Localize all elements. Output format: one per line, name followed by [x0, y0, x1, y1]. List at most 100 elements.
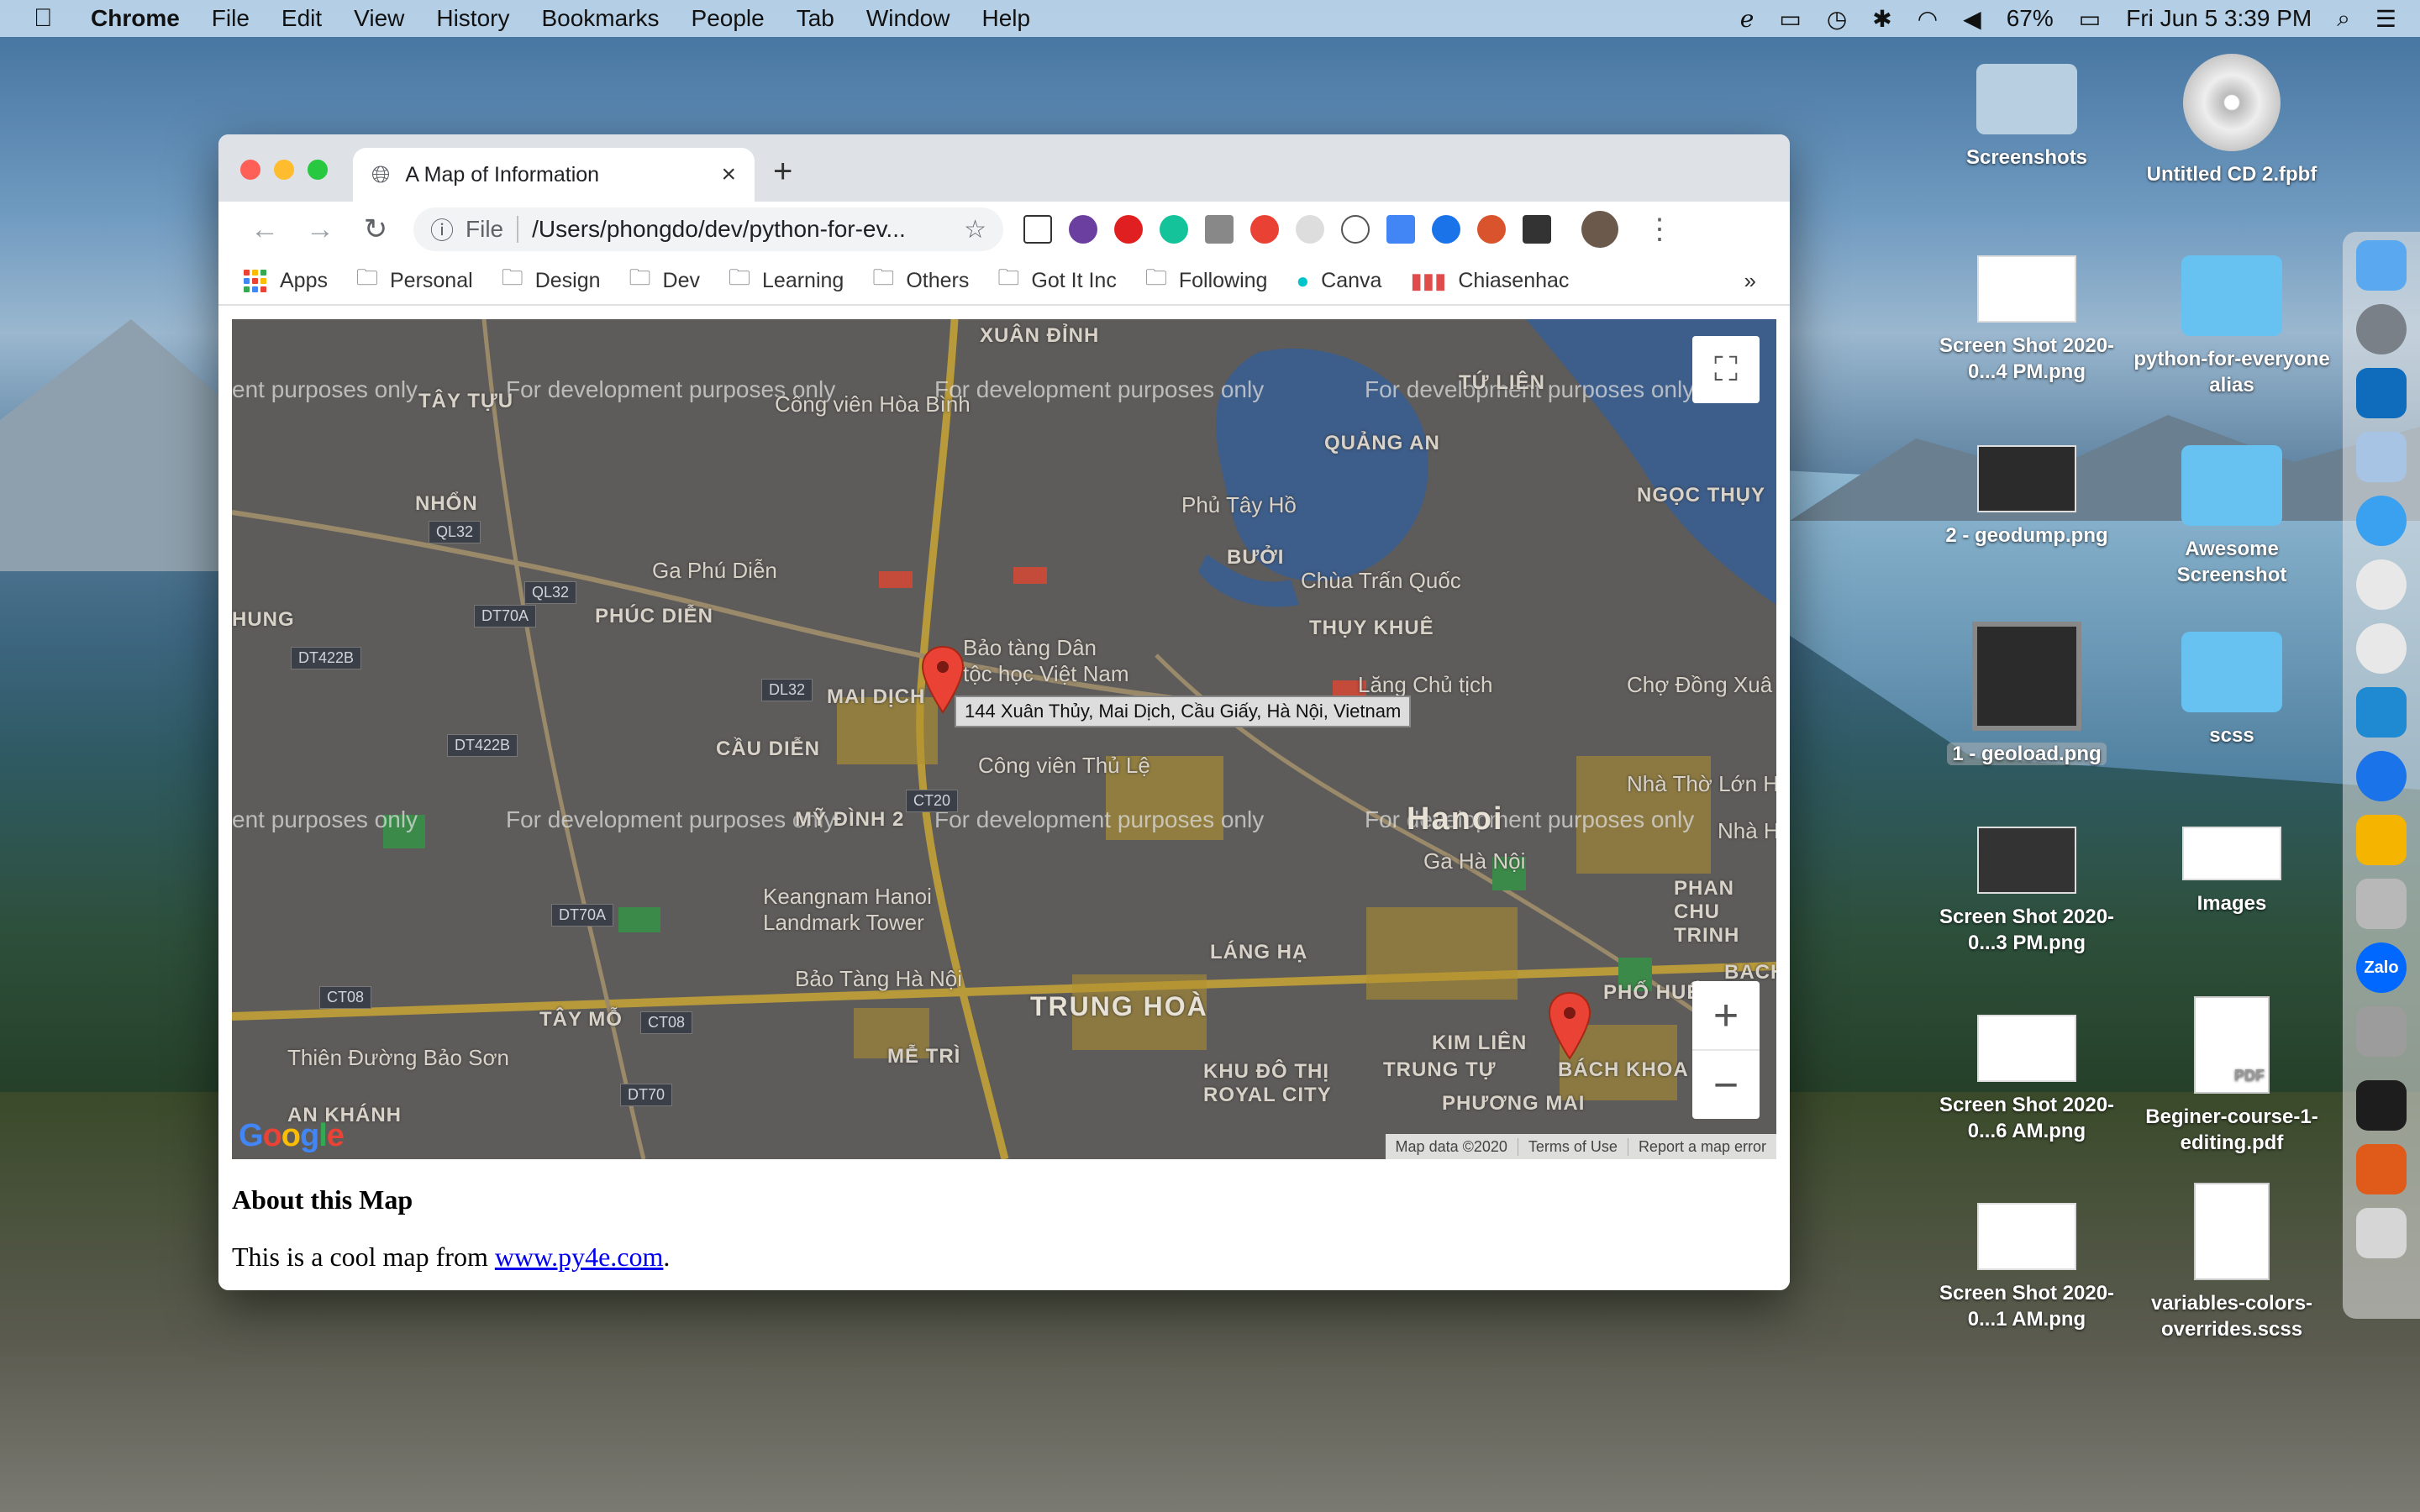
grammarly-extension-icon[interactable]: [1160, 215, 1188, 244]
outlook-icon[interactable]: [2356, 368, 2407, 418]
time-machine-icon[interactable]: ◷: [1827, 5, 1847, 33]
desktop-icon-scss-file[interactable]: variables-colors-overrides.scss: [2131, 1183, 2333, 1342]
bookmark-design[interactable]: 🗀︎ Design: [502, 262, 601, 299]
zoom-out-button[interactable]: −: [1692, 1051, 1760, 1119]
tab-active[interactable]: 🌐︎ A Map of Information ×: [353, 148, 755, 202]
pocket-extension-icon[interactable]: [1341, 215, 1370, 244]
blue-extension-icon[interactable]: [1432, 215, 1460, 244]
about-paragraph: This is a cool map from www.py4e.com.: [232, 1242, 671, 1272]
translate-extension-icon[interactable]: [1386, 215, 1415, 244]
menu-help[interactable]: Help: [981, 5, 1030, 32]
apple-icon[interactable]: : [34, 4, 67, 33]
menu-app-chrome[interactable]: Chrome: [91, 5, 180, 32]
preview-icon[interactable]: [2356, 432, 2407, 482]
py4e-link[interactable]: www.py4e.com: [495, 1242, 664, 1272]
back-icon[interactable]: ←: [237, 213, 292, 246]
fullscreen-button[interactable]: ⛶: [1692, 336, 1760, 403]
address-bar[interactable]: ⓘ File /Users/phongdo/dev/python-for-ev.…: [413, 207, 1003, 251]
bookmark-apps[interactable]: Apps: [244, 269, 328, 293]
desktop-icon-screenshot-4[interactable]: Screen Shot 2020-0...1 AM.png: [1926, 1203, 2128, 1332]
profile-avatar[interactable]: [1581, 211, 1618, 248]
menu-history[interactable]: History: [436, 5, 509, 32]
color-picker-extension-icon[interactable]: [1069, 215, 1097, 244]
database-icon[interactable]: [2356, 879, 2407, 929]
finder-icon[interactable]: [2356, 240, 2407, 291]
owl-extension-icon[interactable]: [1477, 215, 1506, 244]
bluetooth-icon[interactable]: ✱: [1872, 5, 1891, 33]
close-window-button[interactable]: [240, 160, 260, 180]
menu-view[interactable]: View: [354, 5, 404, 32]
map-label: Công viên Thủ Lệ: [978, 753, 1150, 778]
bookmark-following[interactable]: 🗀︎ Following: [1145, 262, 1268, 299]
menu-tab[interactable]: Tab: [797, 5, 834, 32]
desktop-icon-geoload[interactable]: 1 - geoload.png: [1926, 622, 2128, 767]
google-map[interactable]: ent purposes only For development purpos…: [232, 319, 1776, 1159]
zalo-icon[interactable]: Zalo: [2356, 942, 2407, 993]
reload-icon[interactable]: ↻: [348, 213, 403, 246]
desktop-icon-screenshot-3[interactable]: Screen Shot 2020-0...6 AM.png: [1926, 1015, 2128, 1144]
desktop-icon-cd[interactable]: Untitled CD 2.fpbf: [2131, 54, 2333, 187]
clock[interactable]: Fri Jun 5 3:39 PM: [2126, 5, 2312, 32]
battery-icon[interactable]: ▭: [2079, 5, 2101, 33]
volume-icon[interactable]: ◀: [1963, 5, 1981, 33]
notification-center-icon[interactable]: ☰: [2375, 5, 2396, 33]
terminal-icon[interactable]: [2356, 1080, 2407, 1131]
more-menu-icon[interactable]: ⋮: [1645, 213, 1674, 246]
terms-of-use-link[interactable]: Terms of Use: [1517, 1137, 1628, 1156]
close-tab-icon[interactable]: ×: [721, 160, 736, 189]
vscode-icon[interactable]: [2356, 687, 2407, 738]
bookmark-learning[interactable]: 🗀︎ Learning: [729, 262, 844, 299]
slack-icon[interactable]: [2356, 559, 2407, 610]
menu-people[interactable]: People: [692, 5, 765, 32]
desktop-icon-screenshot-1[interactable]: Screen Shot 2020-0...4 PM.png: [1926, 255, 2128, 385]
desktop-icon-screenshot-2[interactable]: Screen Shot 2020-0...3 PM.png: [1926, 827, 2128, 956]
bookmarks-overflow-button[interactable]: »: [1744, 268, 1756, 294]
keep-extension-icon[interactable]: [1523, 215, 1551, 244]
lightbulb-icon[interactable]: [2356, 815, 2407, 865]
spotlight-icon[interactable]: ⌕: [2337, 5, 2350, 33]
airplay-icon[interactable]: ▭: [1779, 5, 1801, 33]
messages-icon[interactable]: [2356, 496, 2407, 546]
input-method-icon[interactable]: ℯ: [1740, 5, 1754, 33]
new-tab-button[interactable]: +: [773, 153, 792, 191]
map-marker-icon[interactable]: [1548, 991, 1591, 1060]
menu-edit[interactable]: Edit: [281, 5, 322, 32]
desktop-icon-screenshots[interactable]: Screenshots: [1926, 64, 2128, 171]
url-text[interactable]: /Users/phongdo/dev/python-for-ev...: [532, 216, 964, 243]
bookmark-canva[interactable]: ● Canva: [1296, 268, 1381, 294]
drive-extension-icon[interactable]: [1205, 215, 1234, 244]
bookmark-personal[interactable]: 🗀︎ Personal: [356, 262, 473, 299]
bookmark-star-icon[interactable]: ☆: [964, 215, 986, 244]
screenshot-extension-icon[interactable]: [1023, 215, 1052, 244]
chrome-icon[interactable]: [2356, 623, 2407, 674]
menu-bookmarks[interactable]: Bookmarks: [541, 5, 659, 32]
desktop-icon-python-alias[interactable]: python-for-everyone alias: [2131, 255, 2333, 398]
battery-percent[interactable]: 67%: [2007, 5, 2054, 32]
zoom-window-button[interactable]: [308, 160, 328, 180]
launchpad-icon[interactable]: [2356, 304, 2407, 354]
screenshot-app-icon[interactable]: [2356, 1006, 2407, 1057]
desktop-icon-images[interactable]: Images: [2131, 827, 2333, 916]
activity-icon[interactable]: [2356, 1144, 2407, 1194]
menu-window[interactable]: Window: [866, 5, 950, 32]
desktop-icon-geodump[interactable]: 2 - geodump.png: [1926, 445, 2128, 549]
menu-file[interactable]: File: [212, 5, 250, 32]
wifi-icon[interactable]: ◠: [1918, 5, 1938, 33]
bookmark-chiasenhac[interactable]: ▮▮▮ Chiasenhac: [1410, 268, 1569, 294]
zoom-in-button[interactable]: +: [1692, 981, 1760, 1051]
desktop-icon-scss[interactable]: scss: [2131, 632, 2333, 748]
maps-pin-icon[interactable]: [2356, 751, 2407, 801]
bookmark-got-it-inc[interactable]: 🗀︎ Got It Inc: [997, 262, 1116, 299]
bookmark-others[interactable]: 🗀︎ Others: [872, 262, 969, 299]
grid-extension-icon[interactable]: [1296, 215, 1324, 244]
report-error-link[interactable]: Report a map error: [1627, 1137, 1776, 1156]
desktop-icon-awesome-screenshot[interactable]: Awesome Screenshot: [2131, 445, 2333, 588]
bookmark-dev[interactable]: 🗀︎ Dev: [629, 262, 700, 299]
desktop-icon-pdf[interactable]: PDF Beginer-course-1-editing.pdf: [2131, 996, 2333, 1156]
forward-icon[interactable]: →: [292, 213, 348, 246]
chrome-extension-icon[interactable]: [1250, 215, 1279, 244]
minimize-window-button[interactable]: [274, 160, 294, 180]
info-icon[interactable]: ⓘ: [430, 213, 454, 246]
trash-icon[interactable]: [2356, 1208, 2407, 1258]
adblock-extension-icon[interactable]: [1114, 215, 1143, 244]
